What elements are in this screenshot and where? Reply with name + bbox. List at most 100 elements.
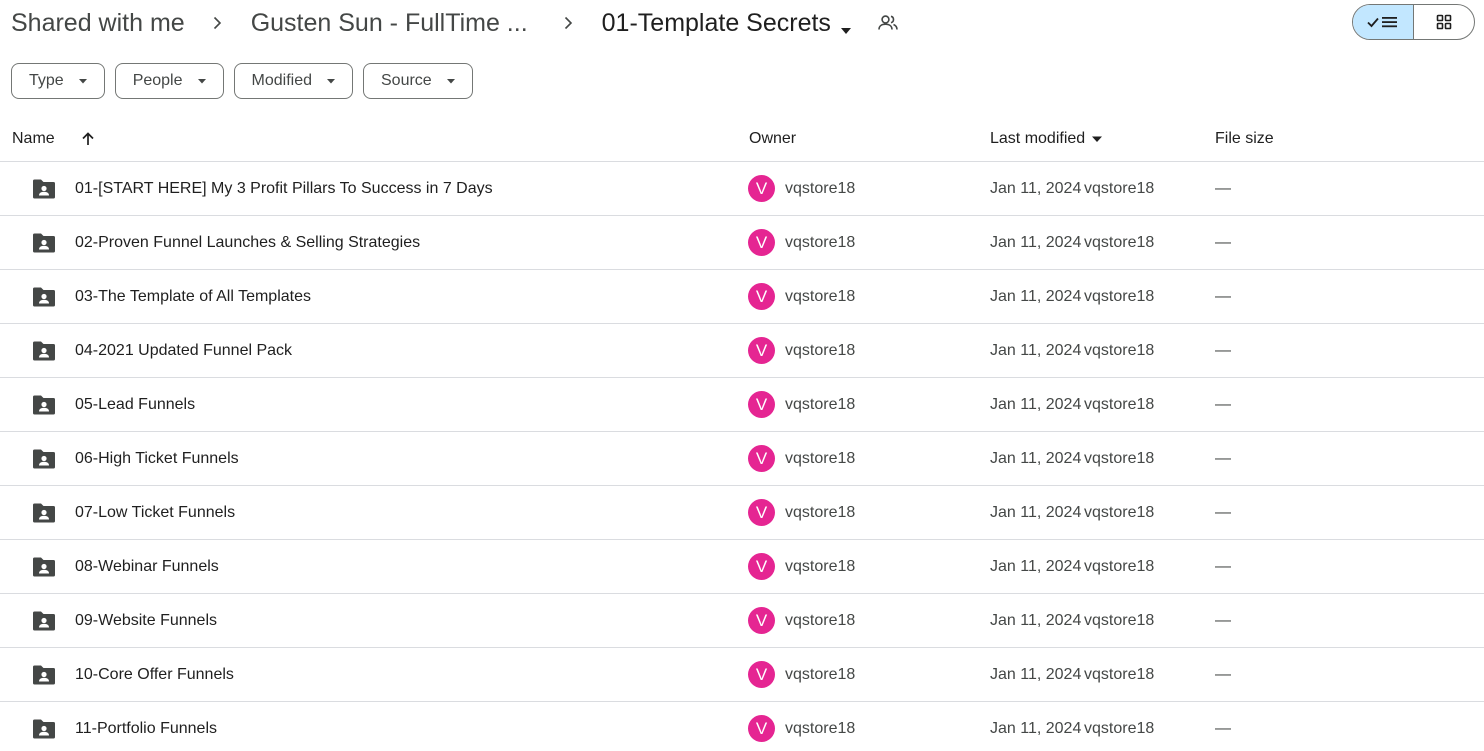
modified-date: Jan 11, 2024	[990, 233, 1082, 251]
owner-name: vqstore18	[785, 503, 856, 521]
sort-button[interactable]	[78, 116, 98, 161]
shared-folder-icon	[33, 341, 55, 361]
file-name: 07-Low Ticket Funnels	[75, 503, 236, 521]
owner-name: vqstore18	[785, 557, 856, 575]
avatar: V	[748, 445, 775, 472]
modified-date: Jan 11, 2024	[990, 557, 1082, 575]
avatar: V	[748, 337, 775, 364]
grid-view-icon	[1436, 14, 1452, 30]
table-row[interactable]: 10-Core Offer Funnels V vqstore18 Jan 11…	[0, 648, 1484, 702]
list-view-button[interactable]	[1353, 5, 1414, 39]
shared-folder-icon	[33, 611, 55, 631]
file-size: —	[1215, 557, 1231, 575]
filter-modified-chip[interactable]: Modified	[233, 63, 353, 99]
breadcrumb-item-parent[interactable]: Gusten Sun - FullTime ...	[251, 9, 528, 38]
avatar: V	[748, 553, 775, 580]
list-view-icon	[1367, 17, 1397, 28]
column-header-name[interactable]: Name	[12, 116, 55, 161]
arrow-up-icon	[82, 131, 94, 145]
modified-by: vqstore18	[1084, 719, 1155, 737]
caret-down-icon	[78, 79, 87, 84]
shared-folder-icon	[33, 719, 55, 739]
table-row[interactable]: 09-Website Funnels V vqstore18 Jan 11, 2…	[0, 594, 1484, 648]
filter-people-chip[interactable]: People	[114, 63, 224, 99]
view-toggle	[1352, 4, 1475, 40]
file-size: —	[1215, 665, 1231, 683]
modified-by: vqstore18	[1084, 395, 1155, 413]
avatar: V	[748, 175, 775, 202]
caret-down-icon	[1092, 136, 1103, 142]
chip-label: Type	[29, 72, 64, 89]
modified-by: vqstore18	[1084, 179, 1155, 197]
owner-name: vqstore18	[785, 287, 856, 305]
column-header-file-size: File size	[1215, 129, 1274, 147]
file-list: 01-[START HERE] My 3 Profit Pillars To S…	[0, 162, 1484, 751]
table-row[interactable]: 11-Portfolio Funnels V vqstore18 Jan 11,…	[0, 702, 1484, 751]
table-row[interactable]: 08-Webinar Funnels V vqstore18 Jan 11, 2…	[0, 540, 1484, 594]
modified-by: vqstore18	[1084, 341, 1155, 359]
modified-date: Jan 11, 2024	[990, 395, 1082, 413]
avatar: V	[748, 661, 775, 688]
current-folder-title: 01-Template Secrets	[601, 8, 831, 37]
file-size: —	[1215, 233, 1231, 251]
avatar: V	[748, 229, 775, 256]
modified-date: Jan 11, 2024	[990, 665, 1082, 683]
owner-name: vqstore18	[785, 719, 856, 737]
shared-folder-icon	[33, 503, 55, 523]
table-row[interactable]: 01-[START HERE] My 3 Profit Pillars To S…	[0, 162, 1484, 216]
modified-date: Jan 11, 2024	[990, 179, 1082, 197]
chip-label: Source	[381, 72, 432, 89]
chip-label: Modified	[251, 72, 312, 89]
file-size: —	[1215, 719, 1231, 737]
table-row[interactable]: 03-The Template of All Templates V vqsto…	[0, 270, 1484, 324]
column-header-owner: Owner	[749, 129, 797, 147]
caret-down-icon	[839, 16, 853, 34]
shared-folder-icon	[33, 395, 55, 415]
column-header-last-modified[interactable]: Last modified	[990, 116, 1103, 161]
modified-by: vqstore18	[1084, 503, 1155, 521]
breadcrumb-item-shared[interactable]: Shared with me	[11, 9, 185, 38]
table-row[interactable]: 06-High Ticket Funnels V vqstore18 Jan 1…	[0, 432, 1484, 486]
avatar: V	[748, 391, 775, 418]
grid-view-button[interactable]	[1414, 5, 1475, 39]
table-header: Name Owner Last modified File size	[0, 116, 1484, 162]
modified-by: vqstore18	[1084, 233, 1155, 251]
owner-name: vqstore18	[785, 179, 856, 197]
chip-label: People	[132, 72, 183, 89]
table-row[interactable]: 05-Lead Funnels V vqstore18 Jan 11, 2024…	[0, 378, 1484, 432]
avatar: V	[748, 499, 775, 526]
shared-folder-icon	[33, 449, 55, 469]
file-name: 10-Core Offer Funnels	[75, 665, 234, 683]
owner-name: vqstore18	[785, 611, 856, 629]
filter-bar: Type People Modified Source	[11, 63, 473, 99]
avatar: V	[748, 283, 775, 310]
table-row[interactable]: 07-Low Ticket Funnels V vqstore18 Jan 11…	[0, 486, 1484, 540]
modified-by: vqstore18	[1084, 287, 1155, 305]
filter-type-chip[interactable]: Type	[11, 63, 105, 99]
modified-date: Jan 11, 2024	[990, 287, 1082, 305]
owner-name: vqstore18	[785, 233, 856, 251]
shared-folder-icon	[33, 557, 55, 577]
file-name: 02-Proven Funnel Launches & Selling Stra…	[75, 233, 421, 251]
caret-down-icon	[197, 79, 206, 84]
modified-date: Jan 11, 2024	[990, 341, 1082, 359]
table-row[interactable]: 02-Proven Funnel Launches & Selling Stra…	[0, 216, 1484, 270]
file-size: —	[1215, 395, 1231, 413]
chevron-right-icon	[554, 11, 582, 35]
file-size: —	[1215, 287, 1231, 305]
filter-source-chip[interactable]: Source	[363, 63, 473, 99]
file-name: 06-High Ticket Funnels	[75, 449, 239, 467]
owner-name: vqstore18	[785, 341, 856, 359]
file-name: 01-[START HERE] My 3 Profit Pillars To S…	[75, 179, 493, 197]
breadcrumb-current-folder[interactable]: 01-Template Secrets	[602, 9, 853, 38]
owner-name: vqstore18	[785, 665, 856, 683]
people-icon[interactable]	[877, 12, 899, 34]
file-size: —	[1215, 611, 1231, 629]
table-row[interactable]: 04-2021 Updated Funnel Pack V vqstore18 …	[0, 324, 1484, 378]
modified-by: vqstore18	[1084, 611, 1155, 629]
chevron-right-icon	[203, 11, 231, 35]
shared-folder-icon	[33, 233, 55, 253]
file-size: —	[1215, 341, 1231, 359]
column-header-label: Last modified	[990, 129, 1086, 147]
avatar: V	[748, 607, 775, 634]
